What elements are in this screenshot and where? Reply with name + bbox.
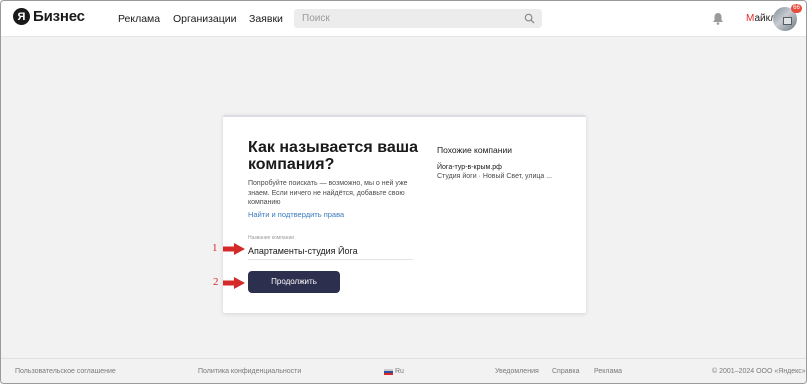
nav-item-organizations[interactable]: Организации xyxy=(173,13,237,25)
annotation-number-2: 2 xyxy=(213,276,219,288)
browser-frame: Я Бизнес Реклама Организации Заявки Поис… xyxy=(0,0,807,384)
similar-companies-title: Похожие компании xyxy=(437,145,512,155)
footer-notifications[interactable]: Уведомления xyxy=(495,368,539,375)
yandex-logo-icon: Я xyxy=(13,8,30,25)
annotation-number-1: 1 xyxy=(212,242,218,254)
search-placeholder: Поиск xyxy=(302,13,330,24)
avatar-picture xyxy=(783,17,792,25)
logo-text: Бизнес xyxy=(33,8,85,25)
footer: Пользовательское соглашение Политика кон… xyxy=(1,358,806,383)
nav-item-ads[interactable]: Реклама xyxy=(118,13,160,25)
yandex-business-logo[interactable]: Я Бизнес xyxy=(13,8,85,25)
company-name-label: Название компании xyxy=(248,235,295,241)
footer-copyright: © 2001–2024 ООО «Яндекс» xyxy=(712,368,806,375)
card-description: Попробуйте поискать — возможно, мы о ней… xyxy=(248,180,408,206)
similar-company-description[interactable]: Студия йоги · Новый Свет, улица ... xyxy=(437,173,552,180)
footer-user-agreement[interactable]: Пользовательское соглашение xyxy=(15,368,116,375)
nav-item-requests[interactable]: Заявки xyxy=(249,13,283,25)
company-name-field[interactable] xyxy=(248,243,413,260)
card-title: Как называется ваша компания? xyxy=(248,139,418,173)
annotation-arrow-right-icon xyxy=(223,243,245,255)
footer-ads[interactable]: Реклама xyxy=(594,368,622,375)
annotation-arrow-right-icon xyxy=(223,277,245,289)
notification-badge: 66 xyxy=(791,4,802,13)
search-input[interactable]: Поиск xyxy=(294,9,542,28)
footer-help[interactable]: Справка xyxy=(552,368,579,375)
company-name-card: Как называется ваша компания? Попробуйте… xyxy=(223,115,586,313)
top-header: Я Бизнес Реклама Организации Заявки Поис… xyxy=(1,1,806,37)
russian-flag-icon xyxy=(384,369,393,375)
search-icon[interactable] xyxy=(524,13,535,24)
find-and-confirm-link[interactable]: Найти и подтвердить права xyxy=(248,210,344,219)
footer-privacy-policy[interactable]: Политика конфиденциальности xyxy=(198,368,301,375)
similar-company-name[interactable]: Йога-тур-в-крым.рф xyxy=(437,164,502,171)
user-name[interactable]: Майкл xyxy=(746,13,776,24)
footer-language[interactable]: Ru xyxy=(395,368,404,375)
bell-icon[interactable] xyxy=(712,12,724,25)
continue-button[interactable]: Продолжить xyxy=(248,271,340,293)
